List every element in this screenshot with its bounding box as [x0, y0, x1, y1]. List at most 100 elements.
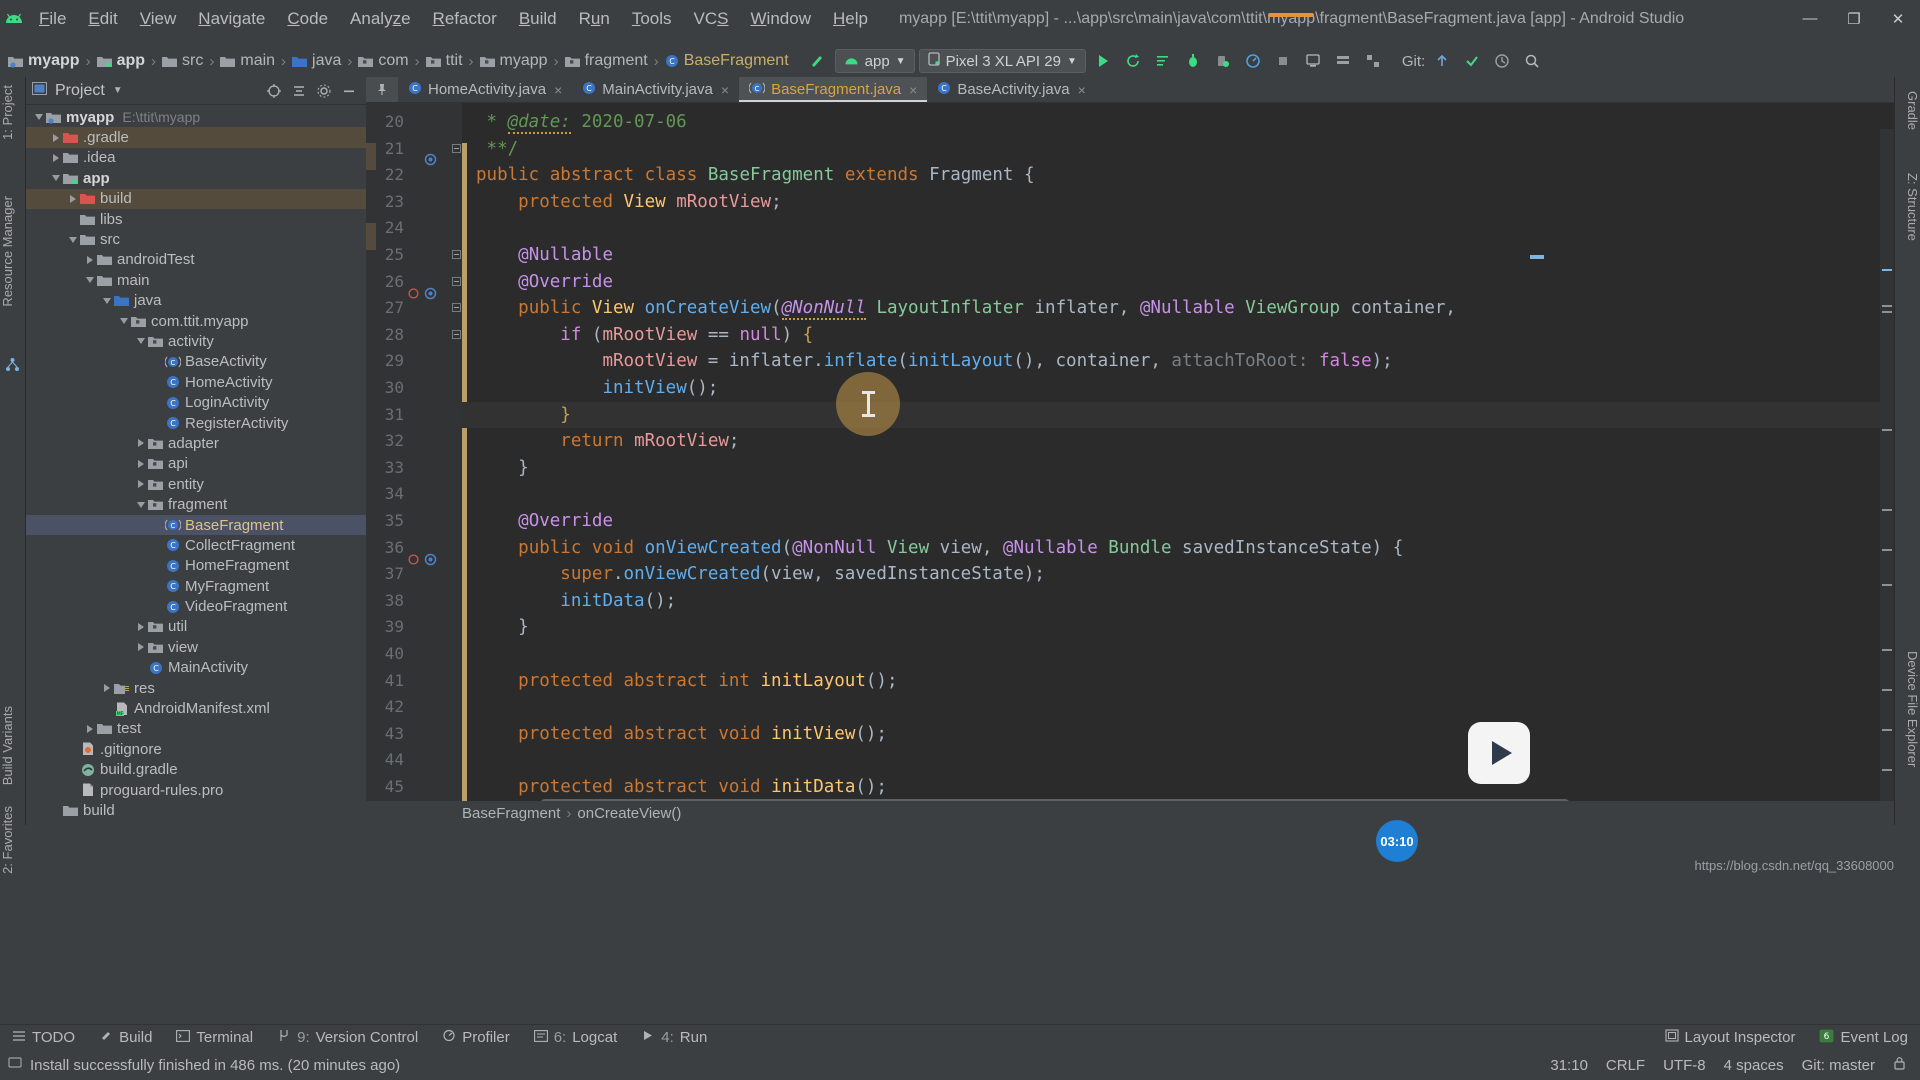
implemented-method-icon[interactable] — [424, 553, 437, 571]
tool-window-button-run[interactable]: 4: Run — [629, 1025, 719, 1051]
collapse-arrow-icon[interactable] — [32, 114, 45, 121]
code-editor[interactable]: 20 21 22 23 24 25 26 27 28 29 30 31 32 33 34 35 36 37 38 39… — [366, 103, 1894, 825]
expand-arrow-icon[interactable] — [66, 194, 79, 203]
editor-breadcrumb[interactable]: BaseFragment › onCreateView() — [366, 801, 1894, 825]
maximize-button[interactable]: ❐ — [1832, 0, 1876, 37]
stop-button[interactable] — [1270, 49, 1296, 73]
expand-arrow-icon[interactable] — [134, 459, 147, 468]
code-line-31[interactable]: } — [476, 402, 571, 429]
tree-node-api[interactable]: api — [26, 454, 366, 474]
search-everywhere-button[interactable] — [1519, 49, 1545, 73]
editor-gutter[interactable]: 20 21 22 23 24 25 26 27 28 29 30 31 32 33 34 35 36 37 38 39… — [366, 103, 462, 825]
breadcrumb-item-src[interactable]: src — [160, 52, 205, 70]
tree-node-libs[interactable]: libs — [26, 209, 366, 229]
git-branch[interactable]: Git: master — [1802, 1057, 1875, 1074]
code-line-25[interactable]: @Nullable — [476, 242, 613, 269]
editor-tab-homeactivity-java[interactable]: C HomeActivity.java × — [398, 77, 572, 102]
menu-run[interactable]: Run — [568, 0, 621, 37]
tree-node-.gradle[interactable]: .gradle — [26, 127, 366, 148]
code-fold-marker[interactable] — [452, 143, 461, 153]
tool-window-button-build[interactable]: Build — [87, 1025, 164, 1051]
code-line-39[interactable]: } — [476, 614, 529, 641]
sdk-manager-button[interactable] — [1330, 49, 1356, 73]
code-line-35[interactable]: @Override — [476, 508, 613, 535]
menu-tools[interactable]: Tools — [621, 0, 683, 37]
menu-vcs[interactable]: VCS — [683, 0, 740, 37]
tree-node-myapp[interactable]: myapp E:\ttit\myapp — [26, 107, 366, 127]
tree-node-mainactivity[interactable]: C MainActivity — [26, 658, 366, 678]
gear-icon[interactable] — [313, 80, 335, 102]
breadcrumb-item-myapp[interactable]: myapp — [478, 52, 550, 70]
editor-marker-bar[interactable] — [1880, 129, 1894, 825]
profiler-button[interactable] — [1240, 49, 1266, 73]
apply-changes-button[interactable] — [1120, 49, 1146, 73]
tool-window-resource-manager[interactable]: Resource Manager — [0, 192, 26, 311]
menu-file[interactable]: File — [28, 0, 77, 37]
update-project-button[interactable] — [1429, 49, 1455, 73]
menu-code[interactable]: Code — [276, 0, 339, 37]
menu-help[interactable]: Help — [822, 0, 879, 37]
code-line-32[interactable]: return mRootView; — [476, 428, 739, 455]
expand-arrow-icon[interactable] — [100, 684, 113, 693]
collapse-arrow-icon[interactable] — [100, 297, 113, 304]
expand-arrow-icon[interactable] — [49, 153, 62, 162]
menu-view[interactable]: View — [129, 0, 188, 37]
breadcrumb-item-myapp[interactable]: myapp — [6, 52, 82, 70]
breadcrumb-class[interactable]: BaseFragment — [462, 805, 560, 822]
video-play-overlay[interactable] — [1468, 722, 1530, 784]
tool-window-button-terminal[interactable]: Terminal — [164, 1025, 265, 1051]
tree-node-androidmanifest.xml[interactable]: MF AndroidManifest.xml — [26, 698, 366, 718]
tree-node-entity[interactable]: entity — [26, 474, 366, 494]
tree-node-build.gradle[interactable]: build.gradle — [26, 760, 366, 780]
tree-node-collectfragment[interactable]: C CollectFragment — [26, 535, 366, 555]
close-tab-icon[interactable]: × — [721, 82, 729, 98]
breadcrumb-method[interactable]: onCreateView() — [577, 805, 681, 822]
expand-arrow-icon[interactable] — [83, 724, 96, 733]
close-button[interactable]: ✕ — [1876, 0, 1920, 37]
tree-node-.idea[interactable]: .idea — [26, 148, 366, 168]
breadcrumb-item-main[interactable]: main — [218, 52, 277, 70]
file-encoding[interactable]: UTF-8 — [1663, 1057, 1706, 1074]
collapse-arrow-icon[interactable] — [134, 338, 147, 345]
pin-tab-icon[interactable] — [366, 77, 398, 102]
code-line-43[interactable]: protected abstract void initView(); — [476, 721, 887, 748]
tree-node-com.ttit.myapp[interactable]: com.ttit.myapp — [26, 311, 366, 331]
hide-panel-button[interactable] — [338, 80, 360, 102]
apply-code-changes-button[interactable] — [1150, 49, 1176, 73]
menu-edit[interactable]: Edit — [77, 0, 128, 37]
code-line-38[interactable]: initData(); — [476, 588, 676, 615]
tree-node-myfragment[interactable]: C MyFragment — [26, 576, 366, 596]
tool-window-device-file-explorer[interactable]: Device File Explorer — [1894, 647, 1920, 771]
menu-refactor[interactable]: Refactor — [422, 0, 508, 37]
tree-node-main[interactable]: main — [26, 270, 366, 290]
collapse-arrow-icon[interactable] — [83, 277, 96, 284]
history-button[interactable] — [1489, 49, 1515, 73]
code-line-27[interactable]: public View onCreateView(@NonNull Layout… — [476, 295, 1456, 322]
tree-node-activity[interactable]: activity — [26, 331, 366, 351]
close-tab-icon[interactable]: × — [1078, 82, 1086, 98]
tool-window-button-event-log[interactable]: 6 Event Log — [1807, 1025, 1920, 1051]
collapse-all-button[interactable] — [288, 80, 310, 102]
tree-node-build[interactable]: build — [26, 188, 366, 209]
collapse-arrow-icon[interactable] — [49, 175, 62, 182]
code-line-41[interactable]: protected abstract int initLayout(); — [476, 668, 897, 695]
tree-node-test[interactable]: test — [26, 719, 366, 739]
debug-button[interactable] — [1180, 49, 1206, 73]
editor-tab-mainactivity-java[interactable]: C MainActivity.java × — [572, 77, 739, 102]
implemented-method-icon[interactable] — [424, 153, 437, 171]
overridden-method-icon[interactable] — [408, 287, 419, 305]
editor-tab-baseactivity-java[interactable]: C BaseActivity.java × — [927, 77, 1095, 102]
code-fold-marker[interactable] — [452, 303, 461, 313]
code-fold-marker[interactable] — [452, 276, 461, 286]
breadcrumb-item-ttit[interactable]: ttit — [424, 52, 465, 70]
code-line-21[interactable]: **/ — [476, 136, 519, 163]
tree-node-registeractivity[interactable]: C RegisterActivity — [26, 413, 366, 433]
expand-arrow-icon[interactable] — [134, 643, 147, 652]
close-tab-icon[interactable]: × — [909, 82, 917, 98]
collapse-arrow-icon[interactable] — [66, 236, 79, 243]
lock-icon[interactable] — [1893, 1056, 1906, 1074]
tree-node-videofragment[interactable]: C VideoFragment — [26, 596, 366, 616]
structure-icon[interactable] — [5, 357, 21, 373]
code-fold-marker[interactable] — [452, 329, 461, 339]
tree-node-proguard-rules.pro[interactable]: proguard-rules.pro — [26, 780, 366, 800]
